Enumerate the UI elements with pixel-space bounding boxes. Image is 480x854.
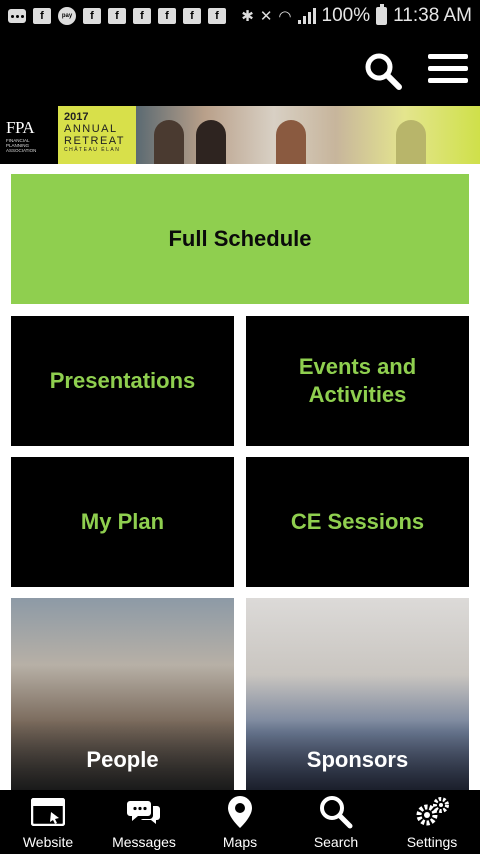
my-plan-label: My Plan <box>80 509 165 534</box>
hamburger-menu-icon <box>428 54 468 59</box>
banner-photo <box>136 106 480 164</box>
fpa-logo: FPA Financial Planning Association <box>0 106 58 164</box>
full-schedule-label: Full Schedule <box>168 226 312 251</box>
nav-website[interactable]: Website <box>0 790 96 854</box>
pay-notification-icon: pay <box>58 7 76 25</box>
ce-sessions-tile[interactable]: CE Sessions <box>246 457 469 587</box>
search-button[interactable] <box>364 52 402 90</box>
main-content: Full Schedule Presentations Events and A… <box>0 164 480 790</box>
events-activities-tile[interactable]: Events and Activities <box>246 316 469 446</box>
facebook-notification-icon: f <box>158 8 176 24</box>
facebook-notification-icon: f <box>83 8 101 24</box>
facebook-notification-icon: f <box>133 8 151 24</box>
app-header <box>0 32 480 106</box>
menu-button[interactable] <box>428 54 468 88</box>
banner-title: 2017 ANNUAL RETREAT CHÂTEAU ÉLAN <box>58 106 136 164</box>
map-pin-icon <box>220 794 260 830</box>
signal-icon <box>297 8 316 24</box>
bluetooth-icon: ✱ <box>241 8 254 25</box>
event-banner: FPA Financial Planning Association 2017 … <box>0 106 480 164</box>
status-bar: f pay f f f f f f ✱ ✕ ◠ 100% 11:38 AM <box>0 0 480 32</box>
nav-settings[interactable]: Settings <box>384 790 480 854</box>
sponsors-tile[interactable]: Sponsors <box>246 598 469 790</box>
nav-messages[interactable]: Messages <box>96 790 192 854</box>
battery-icon <box>376 4 388 25</box>
search-icon <box>365 53 402 90</box>
clock: 11:38 AM <box>393 5 472 26</box>
presentations-tile[interactable]: Presentations <box>11 316 234 446</box>
gears-icon <box>412 794 452 830</box>
nav-maps[interactable]: Maps <box>192 790 288 854</box>
sponsors-label: Sponsors <box>306 747 409 772</box>
browser-window-icon <box>28 794 68 830</box>
people-tile[interactable]: People <box>11 598 234 790</box>
chat-bubbles-icon <box>124 794 164 830</box>
search-icon <box>316 794 356 830</box>
full-schedule-tile[interactable]: Full Schedule <box>11 174 469 304</box>
nav-search[interactable]: Search <box>288 790 384 854</box>
messages-notification-icon <box>8 9 26 23</box>
presentations-label: Presentations <box>49 368 196 393</box>
people-label: People <box>86 747 159 772</box>
bottom-nav: Website Messages Maps Search Settings <box>0 790 480 854</box>
my-plan-tile[interactable]: My Plan <box>11 457 234 587</box>
ce-sessions-label: CE Sessions <box>290 509 425 534</box>
facebook-notification-icon: f <box>183 8 201 24</box>
events-activities-label: Events and Activities <box>298 354 417 407</box>
facebook-notification-icon: f <box>108 8 126 24</box>
facebook-notification-icon: f <box>208 8 226 24</box>
wifi-icon: ◠ <box>278 8 292 25</box>
notification-icons: f pay f f f f f f <box>8 7 226 25</box>
system-status: ✱ ✕ ◠ 100% 11:38 AM <box>241 4 472 27</box>
facebook-notification-icon: f <box>33 8 51 24</box>
battery-percent: 100% <box>321 5 371 26</box>
mute-icon: ✕ <box>259 8 273 25</box>
